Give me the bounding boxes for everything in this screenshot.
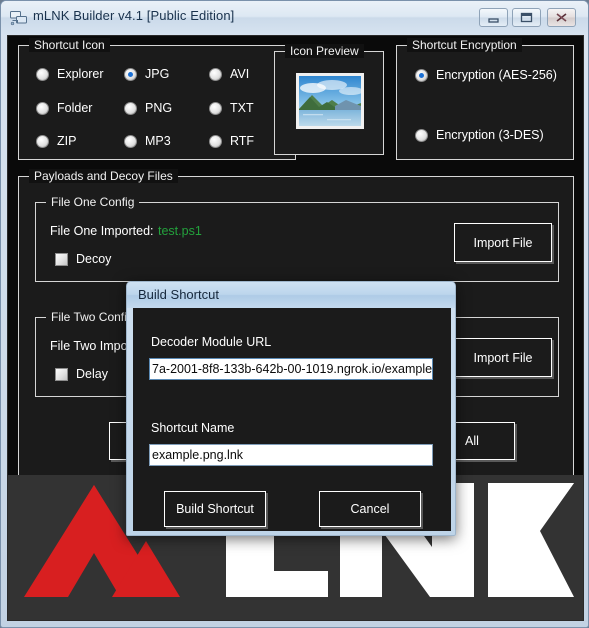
checkbox-label: Decoy [76,252,112,266]
dialog-title: Build Shortcut [138,287,219,302]
radio-label: PNG [145,101,173,115]
radio-label: RTF [230,134,255,148]
cancel-button[interactable]: Cancel [319,491,421,527]
radio-encryption-aes256[interactable]: Encryption (AES-256) [415,68,557,82]
icon-preview-legend: Icon Preview [285,44,364,58]
file-two-import-button[interactable]: Import File [454,338,552,377]
maximize-button[interactable] [512,8,541,27]
build-shortcut-dialog: Build Shortcut Decoder Module URL 7a-200… [126,281,456,536]
radio-circle-selected-icon [415,68,428,82]
dialog-body: Decoder Module URL 7a-2001-8f8-133b-642b… [133,308,451,531]
shortcut-encryption-legend: Shortcut Encryption [407,38,522,52]
radio-png[interactable]: PNG [124,101,172,115]
shortcut-name-label: Shortcut Name [151,421,235,435]
radio-circle-icon [36,67,49,81]
radio-circle-selected-icon [124,67,137,81]
window-title: mLNK Builder v4.1 [Public Edition] [33,8,235,23]
radio-folder[interactable]: Folder [36,101,92,115]
radio-label: AVI [230,67,250,81]
shortcut-icon-legend: Shortcut Icon [29,38,110,52]
decoder-url-input[interactable]: 7a-2001-8f8-133b-642b-00-1019.ngrok.io/e… [149,358,433,380]
radio-circle-icon [415,128,428,142]
application-window: mLNK Builder v4.1 [Public Edition] Short… [0,0,589,628]
shortcut-name-value: example.png.lnk [152,448,244,462]
radio-encryption-3des[interactable]: Encryption (3-DES) [415,128,544,142]
file-one-imported-value: test.ps1 [158,224,202,238]
checkbox-label: Delay [76,367,108,381]
radio-label: JPG [145,67,170,81]
radio-avi[interactable]: AVI [209,67,249,81]
file-two-legend: File Two Config [46,310,139,324]
radio-label: Explorer [57,67,104,81]
decoder-url-value: 7a-2001-8f8-133b-642b-00-1019.ngrok.io/e… [152,362,433,376]
radio-circle-icon [209,134,222,148]
checkbox-square-icon [55,367,68,381]
dialog-titlebar[interactable]: Build Shortcut [127,282,455,308]
decoy-checkbox[interactable]: Decoy [55,252,111,266]
icon-preview-image [296,73,364,129]
shortcut-icon-group: Shortcut Icon Explorer JPG AVI Folder PN… [18,38,296,160]
shortcut-name-input[interactable]: example.png.lnk [149,444,433,466]
radio-circle-icon [209,67,222,81]
radio-label: Folder [57,101,93,115]
radio-mp3[interactable]: MP3 [124,134,171,148]
payloads-legend: Payloads and Decoy Files [29,169,178,183]
radio-circle-icon [124,101,137,115]
radio-label: ZIP [57,134,77,148]
file-two-imported-label: File Two Import [50,339,136,353]
file-one-config-group: File One Config File One Imported: test.… [35,195,559,282]
radio-txt[interactable]: TXT [209,101,254,115]
client-area: Shortcut Icon Explorer JPG AVI Folder PN… [7,35,584,621]
radio-rtf[interactable]: RTF [209,134,254,148]
radio-label: Encryption (3-DES) [436,128,544,142]
icon-preview-group: Icon Preview [274,44,384,155]
radio-label: TXT [230,101,254,115]
file-one-import-button[interactable]: Import File [454,223,552,262]
radio-zip[interactable]: ZIP [36,134,76,148]
radio-circle-icon [36,134,49,148]
file-one-imported-label: File One Imported: [50,224,154,238]
delay-checkbox[interactable]: Delay [55,367,108,381]
radio-label: MP3 [145,134,171,148]
radio-label: Encryption (AES-256) [436,68,557,82]
decoder-url-label: Decoder Module URL [151,335,272,349]
shortcut-encryption-group: Shortcut Encryption Encryption (AES-256)… [396,38,574,160]
window-titlebar[interactable]: mLNK Builder v4.1 [Public Edition] [1,1,588,35]
radio-explorer[interactable]: Explorer [36,67,104,81]
close-button[interactable] [547,8,576,27]
checkbox-square-icon [55,252,68,266]
file-one-legend: File One Config [46,195,140,209]
radio-circle-icon [124,134,137,148]
link-network-icon [10,10,28,26]
build-shortcut-button[interactable]: Build Shortcut [164,491,266,527]
radio-circle-icon [209,101,222,115]
radio-jpg[interactable]: JPG [124,67,169,81]
radio-circle-icon [36,101,49,115]
minimize-button[interactable] [479,8,508,27]
